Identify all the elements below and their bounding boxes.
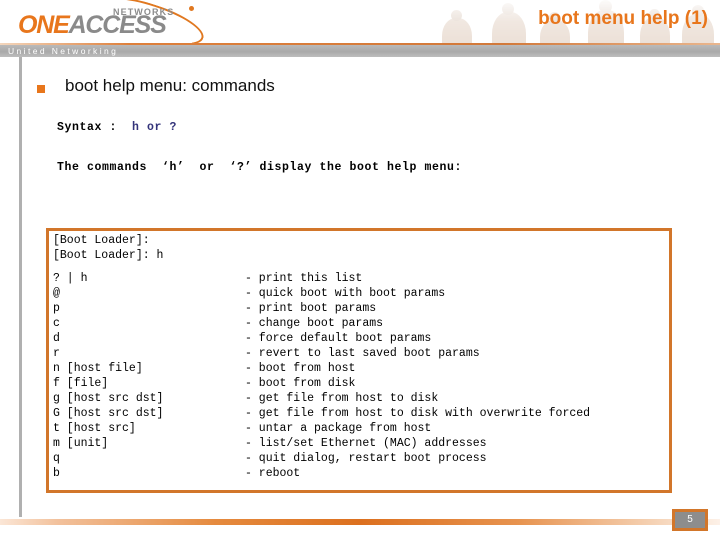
header-tagline-bar: United Networking xyxy=(0,45,720,57)
square-bullet-icon xyxy=(37,85,45,93)
syntax-value: h or ? xyxy=(132,121,178,134)
slide-title: boot menu help (1) xyxy=(538,8,708,29)
command-key: d xyxy=(53,332,60,345)
logo-dot-icon xyxy=(189,6,194,11)
page-number-badge: 5 xyxy=(672,509,708,531)
oneaccess-logo: NETWORKS ONEACCESS xyxy=(16,0,236,55)
command-description: - boot from disk xyxy=(245,377,356,390)
command-key: n [host file] xyxy=(53,362,143,375)
command-row: q - quit dialog, restart boot process xyxy=(53,451,669,466)
command-row: d - force default boot params xyxy=(53,331,669,346)
command-row: p - print boot params xyxy=(53,301,669,316)
command-description: - get file from host to disk xyxy=(245,392,439,405)
command-key: G [host src dst] xyxy=(53,407,164,420)
slide-root: NETWORKS ONEACCESS boot menu help (1) Un… xyxy=(0,0,720,540)
command-row: n [host file] - boot from host xyxy=(53,361,669,376)
code-prompt-line: [Boot Loader]: h xyxy=(53,249,164,262)
command-description: - untar a package from host xyxy=(245,422,432,435)
command-row: b - reboot xyxy=(53,466,669,481)
page-number-text: 5 xyxy=(687,514,693,525)
command-row: c - change boot params xyxy=(53,316,669,331)
command-row: m [unit] - list/set Ethernet (MAC) addres… xyxy=(53,436,669,451)
command-description: - force default boot params xyxy=(245,332,432,345)
code-prompt-line: [Boot Loader]: xyxy=(53,234,150,247)
command-key: @ xyxy=(53,287,60,300)
boot-help-code-box: [Boot Loader]: [Boot Loader]: h ? | h - pri… xyxy=(46,228,672,493)
command-key: b xyxy=(53,467,60,480)
command-row: t [host src] - untar a package from host xyxy=(53,421,669,436)
command-row: @ - quick boot with boot params xyxy=(53,286,669,301)
command-key: f [file] xyxy=(53,377,109,390)
syntax-label: Syntax : xyxy=(57,121,133,134)
command-key: m [unit] xyxy=(53,437,109,450)
command-key: g [host src dst] xyxy=(53,392,164,405)
code-box-content: [Boot Loader]: [Boot Loader]: h ? | h - pri… xyxy=(53,233,669,490)
logo-one-text: ONE xyxy=(18,11,70,39)
command-description: - get file from host to disk with overwr… xyxy=(245,407,591,420)
command-description: - list/set Ethernet (MAC) addresses xyxy=(245,437,487,450)
command-description: - quick boot with boot params xyxy=(245,287,446,300)
command-row: f [file] - boot from disk xyxy=(53,376,669,391)
command-row: r - revert to last saved boot params xyxy=(53,346,669,361)
header-tagline-text: United Networking xyxy=(8,46,119,56)
command-description: - change boot params xyxy=(245,317,384,330)
command-key: t [host src] xyxy=(53,422,136,435)
command-key: q xyxy=(53,452,60,465)
slide-header: NETWORKS ONEACCESS boot menu help (1) Un… xyxy=(0,0,720,62)
syntax-line: Syntax : h or ? xyxy=(57,121,177,134)
command-description: - print this list xyxy=(245,272,363,285)
command-description: - print boot params xyxy=(245,302,377,315)
command-key: r xyxy=(53,347,60,360)
command-row: ? | h - print this list xyxy=(53,271,669,286)
command-key: ? | h xyxy=(53,272,88,285)
bullet-heading-text: boot help menu: commands xyxy=(65,76,275,95)
command-description: - reboot xyxy=(245,467,301,480)
command-key: c xyxy=(53,317,60,330)
footer-gradient-bar xyxy=(0,519,720,525)
command-description: - quit dialog, restart boot process xyxy=(245,452,487,465)
bullet-heading-row: boot help menu: commands xyxy=(37,76,677,102)
logo-access-text: ACCESS xyxy=(68,11,167,39)
command-row: g [host src dst] - get file from host to … xyxy=(53,391,669,406)
left-vertical-rule xyxy=(19,57,22,517)
logo-wordmark: ONEACCESS xyxy=(18,11,167,39)
command-description: - revert to last saved boot params xyxy=(245,347,480,360)
syntax-description: The commands ‘h’ or ‘?’ display the boot… xyxy=(57,161,463,174)
command-description: - boot from host xyxy=(245,362,356,375)
code-spacer xyxy=(53,263,669,271)
command-key: p xyxy=(53,302,60,315)
command-row: G [host src dst] - get file from host to … xyxy=(53,406,669,421)
